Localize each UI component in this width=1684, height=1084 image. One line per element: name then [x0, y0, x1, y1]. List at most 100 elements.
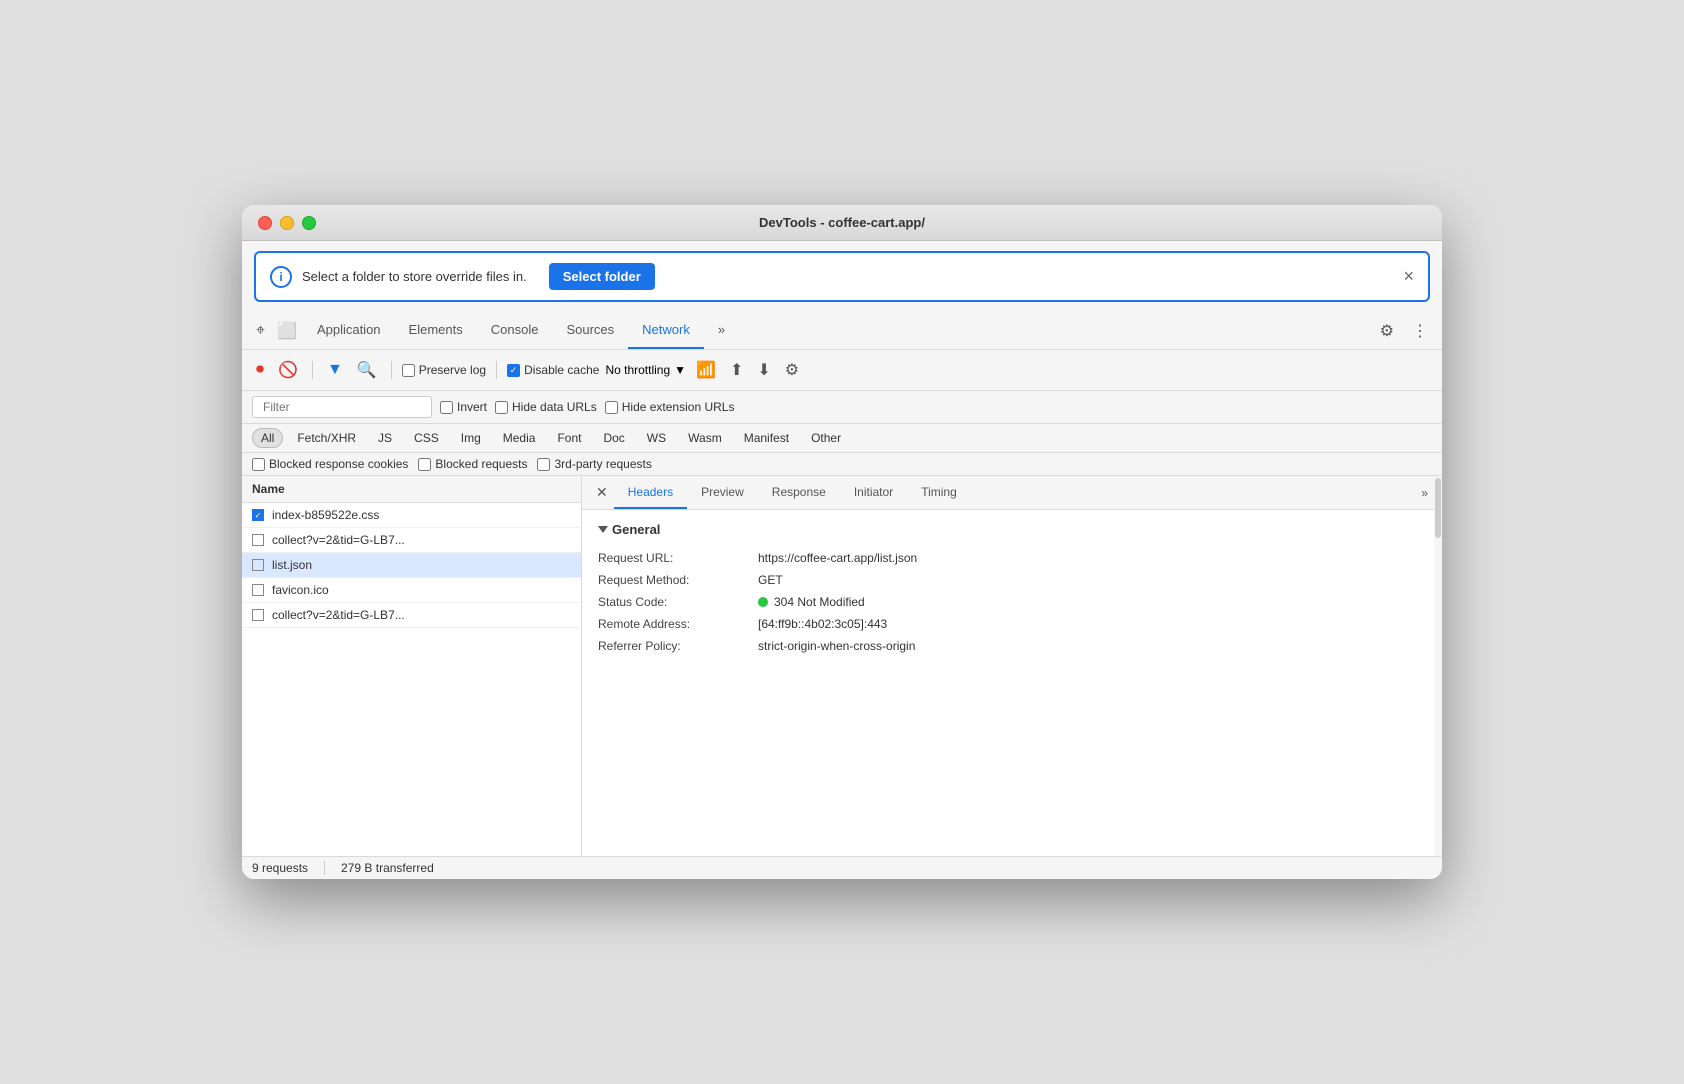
- notification-close-button[interactable]: ×: [1403, 266, 1414, 287]
- network-settings-button[interactable]: ⚙: [781, 356, 803, 384]
- record-button[interactable]: ⏺: [252, 357, 268, 383]
- preserve-log-checkbox[interactable]: Preserve log: [402, 363, 486, 377]
- file-list-header: Name: [242, 476, 581, 503]
- type-js-button[interactable]: JS: [370, 429, 400, 447]
- download-icon-button[interactable]: ⬇: [753, 356, 774, 384]
- status-bar: 9 requests 279 B transferred: [242, 856, 1442, 879]
- details-tab-headers[interactable]: Headers: [614, 477, 687, 509]
- upload-icon-button[interactable]: ⬆: [726, 356, 747, 384]
- tab-application[interactable]: Application: [303, 312, 395, 349]
- maximize-button[interactable]: [302, 216, 316, 230]
- type-ws-button[interactable]: WS: [639, 429, 674, 447]
- file-item-collect2[interactable]: collect?v=2&tid=G-LB7...: [242, 603, 581, 628]
- type-other-button[interactable]: Other: [803, 429, 849, 447]
- type-font-button[interactable]: Font: [549, 429, 589, 447]
- details-row-method: Request Method: GET: [598, 569, 1426, 591]
- invert-checkbox[interactable]: Invert: [440, 400, 487, 414]
- toolbar-sep-1: [312, 361, 313, 379]
- device-toolbar-button[interactable]: ⬜: [271, 313, 303, 349]
- checked-icon: [507, 364, 520, 377]
- close-button[interactable]: [258, 216, 272, 230]
- notification-message: Select a folder to store override files …: [302, 269, 527, 284]
- filter-toggle-button[interactable]: ▼: [323, 357, 347, 383]
- blocked-requests-checkbox[interactable]: Blocked requests: [418, 457, 527, 471]
- info-icon: i: [270, 266, 292, 288]
- toolbar-sep-3: [496, 361, 497, 379]
- file-item-css[interactable]: ✓ index-b859522e.css: [242, 503, 581, 528]
- hide-extension-urls-checkbox[interactable]: Hide extension URLs: [605, 400, 735, 414]
- triangle-icon: [598, 526, 608, 533]
- details-tab-initiator[interactable]: Initiator: [840, 477, 907, 509]
- details-close-button[interactable]: ✕: [590, 476, 614, 509]
- tab-elements[interactable]: Elements: [395, 312, 477, 349]
- details-tabs: ✕ Headers Preview Response Initiator Tim…: [582, 476, 1442, 510]
- details-tab-timing[interactable]: Timing: [907, 477, 971, 509]
- title-bar: DevTools - coffee-cart.app/: [242, 205, 1442, 241]
- details-value-method: GET: [758, 573, 783, 587]
- type-manifest-button[interactable]: Manifest: [736, 429, 797, 447]
- type-img-button[interactable]: Img: [453, 429, 489, 447]
- details-tab-preview[interactable]: Preview: [687, 477, 758, 509]
- notification-banner: i Select a folder to store override file…: [254, 251, 1430, 302]
- tabs-bar: ⌖ ⬜ Application Elements Console Sources…: [242, 312, 1442, 350]
- type-doc-button[interactable]: Doc: [595, 429, 632, 447]
- settings-icon-button[interactable]: ⚙: [1374, 317, 1400, 345]
- clear-button[interactable]: 🚫: [274, 356, 302, 384]
- tabs-actions: ⚙ ⋮: [1374, 317, 1434, 345]
- file-checkbox-list-json[interactable]: [252, 559, 264, 571]
- disable-cache-checkbox[interactable]: Disable cache: [507, 363, 599, 377]
- transferred-size: 279 B transferred: [341, 861, 434, 875]
- hide-data-urls-checkbox[interactable]: Hide data URLs: [495, 400, 597, 414]
- file-item-collect1[interactable]: collect?v=2&tid=G-LB7...: [242, 528, 581, 553]
- type-media-button[interactable]: Media: [495, 429, 544, 447]
- file-checkbox-css[interactable]: ✓: [252, 509, 264, 521]
- blocked-bar: Blocked response cookies Blocked request…: [242, 453, 1442, 476]
- more-options-button[interactable]: ⋮: [1406, 317, 1434, 345]
- details-label-status: Status Code:: [598, 595, 758, 609]
- traffic-lights: [258, 216, 316, 230]
- details-row-remote: Remote Address: [64:ff9b::4b02:3c05]:443: [598, 613, 1426, 635]
- type-fetch-xhr-button[interactable]: Fetch/XHR: [289, 429, 364, 447]
- file-item-favicon[interactable]: favicon.ico: [242, 578, 581, 603]
- details-value-url: https://coffee-cart.app/list.json: [758, 551, 917, 565]
- file-list[interactable]: Name ✓ index-b859522e.css collect?v=2&ti…: [242, 476, 582, 856]
- file-checkbox-collect1[interactable]: [252, 534, 264, 546]
- filter-input[interactable]: [252, 396, 432, 418]
- file-item-list-json[interactable]: list.json: [242, 553, 581, 578]
- status-sep: [324, 861, 325, 875]
- no-throttling-select[interactable]: No throttling ▼: [605, 363, 686, 377]
- file-name-css: index-b859522e.css: [272, 508, 379, 522]
- inspect-icon-button[interactable]: ⌖: [250, 314, 271, 348]
- tab-more[interactable]: »: [704, 312, 739, 349]
- wifi-icon-button[interactable]: 📶: [692, 356, 720, 384]
- file-name-favicon: favicon.ico: [272, 583, 329, 597]
- details-row-status: Status Code: 304 Not Modified: [598, 591, 1426, 613]
- details-panel: ✕ Headers Preview Response Initiator Tim…: [582, 476, 1442, 856]
- details-scrollbar[interactable]: [1434, 476, 1442, 856]
- blocked-response-cookies-checkbox[interactable]: Blocked response cookies: [252, 457, 408, 471]
- third-party-requests-checkbox[interactable]: 3rd-party requests: [537, 457, 651, 471]
- search-button[interactable]: 🔍: [353, 356, 381, 384]
- file-checkbox-favicon[interactable]: [252, 584, 264, 596]
- details-scrollbar-thumb[interactable]: [1435, 478, 1441, 538]
- details-tab-more[interactable]: »: [1415, 478, 1434, 508]
- file-checkbox-collect2[interactable]: [252, 609, 264, 621]
- details-value-status: 304 Not Modified: [758, 595, 865, 609]
- status-dot: [758, 597, 768, 607]
- type-css-button[interactable]: CSS: [406, 429, 447, 447]
- details-tab-response[interactable]: Response: [758, 477, 840, 509]
- file-name-collect1: collect?v=2&tid=G-LB7...: [272, 533, 405, 547]
- main-content: Name ✓ index-b859522e.css collect?v=2&ti…: [242, 476, 1442, 856]
- tab-console[interactable]: Console: [477, 312, 553, 349]
- minimize-button[interactable]: [280, 216, 294, 230]
- details-label-remote: Remote Address:: [598, 617, 758, 631]
- type-wasm-button[interactable]: Wasm: [680, 429, 730, 447]
- select-folder-button[interactable]: Select folder: [549, 263, 655, 290]
- details-label-referrer: Referrer Policy:: [598, 639, 758, 653]
- type-all-button[interactable]: All: [252, 428, 283, 448]
- tab-network[interactable]: Network: [628, 312, 704, 349]
- toolbar: ⏺ 🚫 ▼ 🔍 Preserve log Disable cache No th…: [242, 350, 1442, 391]
- details-content: General Request URL: https://coffee-cart…: [582, 510, 1442, 669]
- tab-sources[interactable]: Sources: [552, 312, 628, 349]
- details-value-referrer: strict-origin-when-cross-origin: [758, 639, 915, 653]
